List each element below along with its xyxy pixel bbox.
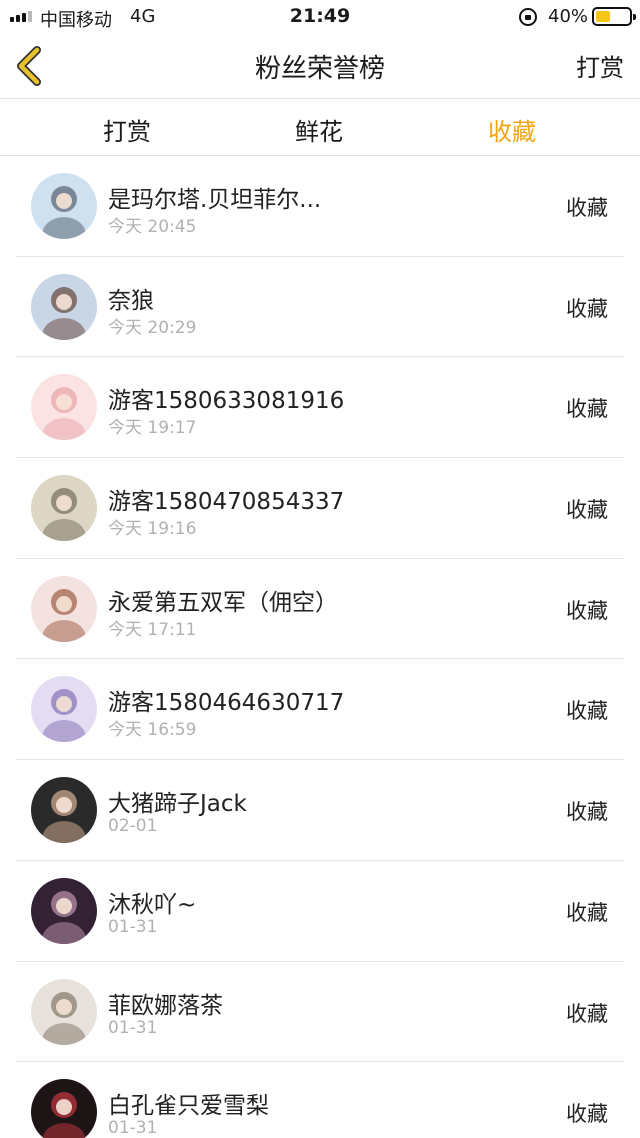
page-title: 粉丝荣誉榜: [254, 54, 385, 84]
fan-name: 游客1580464630717: [108, 690, 345, 717]
status-bar: 中国移动 4G 21:49 40%: [0, 0, 640, 34]
avatar[interactable]: [31, 877, 97, 944]
fan-timestamp: 今天 19:16: [108, 519, 197, 540]
fan-name: 白孔雀只爱雪梨: [108, 1093, 269, 1120]
fan-timestamp: 今天 17:11: [108, 619, 197, 640]
status-time: 21:49: [289, 5, 351, 27]
fan-timestamp: 今天 20:45: [108, 217, 197, 237]
fan-timestamp: 01-31: [108, 1017, 158, 1038]
list-item[interactable]: 永爱第五双军（佣空） 今天 17:11 收藏: [0, 559, 640, 660]
avatar[interactable]: [31, 575, 97, 642]
avatar[interactable]: [31, 1079, 97, 1138]
avatar[interactable]: [31, 374, 97, 441]
avatar[interactable]: [31, 676, 97, 743]
tab-favorites[interactable]: 收藏: [452, 112, 572, 147]
list-item[interactable]: 游客1580633081916 今天 19:17 收藏: [0, 357, 640, 459]
avatar[interactable]: [31, 777, 97, 844]
favorite-label: 收藏: [566, 296, 608, 321]
fan-name: 是玛尔塔.贝坦菲尔...: [108, 187, 322, 213]
favorite-label: 收藏: [566, 598, 608, 623]
tab-flowers[interactable]: 鲜花: [259, 112, 379, 147]
battery-percent: 40%: [548, 6, 589, 27]
favorite-label: 收藏: [566, 498, 608, 523]
fan-list: 是玛尔塔.贝坦菲尔... 今天 20:45 收藏 奈狼 今天 20:29 收藏 游客1580…: [0, 156, 640, 1138]
avatar[interactable]: [31, 475, 97, 542]
fan-name: 永爱第五双军（佣空）: [108, 589, 338, 616]
list-item[interactable]: 是玛尔塔.贝坦菲尔... 今天 20:45 收藏: [0, 156, 640, 257]
fan-timestamp: 01-31: [108, 916, 158, 937]
list-item[interactable]: 游客1580464630717 今天 16:59 收藏: [0, 659, 640, 761]
reward-button[interactable]: 打赏: [576, 48, 624, 83]
fan-timestamp: 01-31: [108, 1118, 158, 1138]
list-item[interactable]: 大猪蹄子Jack 02-01 收藏: [0, 760, 640, 861]
rotation-lock-icon: [519, 8, 537, 26]
fan-name: 沐秋吖~: [108, 891, 197, 918]
tab-reward[interactable]: 打赏: [67, 112, 187, 147]
favorite-label: 收藏: [566, 1001, 608, 1026]
fan-name: 游客1580470854337: [108, 489, 345, 516]
fan-timestamp: 今天 19:17: [108, 418, 197, 439]
favorite-label: 收藏: [566, 900, 608, 925]
list-item[interactable]: 游客1580470854337 今天 19:16 收藏: [0, 458, 640, 559]
nav-header: 粉丝荣誉榜 打赏: [0, 34, 640, 98]
fan-timestamp: 今天 16:59: [108, 720, 197, 741]
list-item[interactable]: 菲欧娜落茶 01-31 收藏: [0, 962, 640, 1063]
fan-timestamp: 02-01: [108, 816, 158, 837]
list-item[interactable]: 奈狼今天 20:29 收藏: [0, 257, 640, 358]
fan-name: 大猪蹄子Jack: [108, 791, 247, 818]
avatar[interactable]: [31, 273, 97, 340]
fan-name: 奈狼: [108, 287, 154, 314]
avatar[interactable]: [31, 978, 97, 1045]
fan-name: 游客1580633081916: [108, 388, 345, 415]
fan-timestamp: 今天 20:29: [108, 317, 197, 338]
favorite-label: 收藏: [566, 699, 608, 724]
list-item[interactable]: 白孔雀只爱雪梨 01-31 收藏: [0, 1062, 640, 1138]
favorite-label: 收藏: [566, 196, 608, 220]
favorite-label: 收藏: [566, 1102, 608, 1127]
avatar[interactable]: [31, 173, 97, 239]
tab-bar: 打赏 鲜花 收藏: [0, 99, 640, 155]
battery-icon: [592, 7, 636, 26]
favorite-label: 收藏: [566, 800, 608, 825]
favorite-label: 收藏: [566, 397, 608, 422]
fan-name: 菲欧娜落茶: [108, 992, 223, 1019]
list-item[interactable]: 沐秋吖~ 01-31 收藏: [0, 861, 640, 962]
